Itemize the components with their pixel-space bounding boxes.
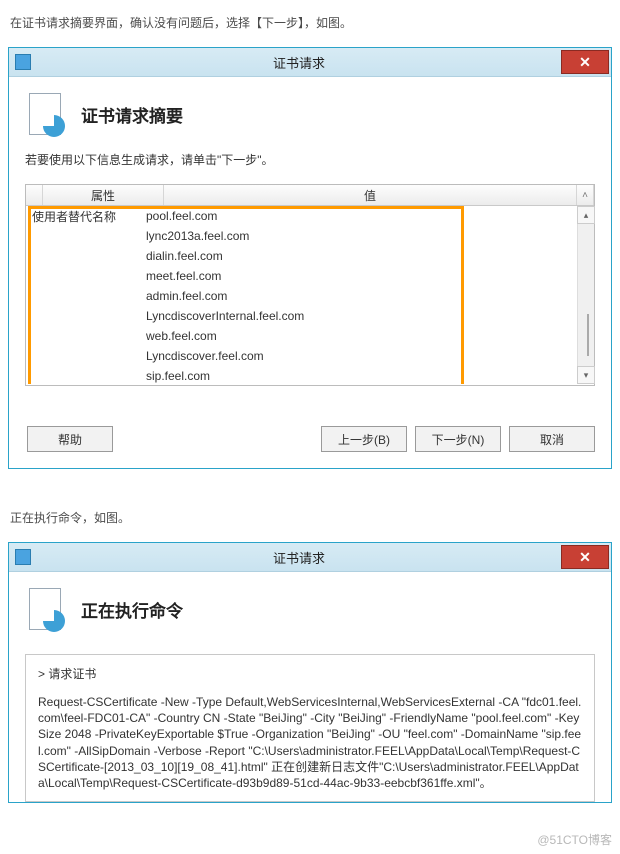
table-row: lync2013a.feel.com	[26, 226, 594, 246]
help-button[interactable]: 帮助	[27, 426, 113, 452]
titlebar: 证书请求 ✕	[9, 543, 611, 572]
cancel-button[interactable]: 取消	[509, 426, 595, 452]
close-icon: ✕	[579, 549, 591, 566]
instruction-text: 若要使用以下信息生成请求，请单击"下一步"。	[25, 151, 595, 168]
page-heading: 证书请求摘要	[81, 102, 183, 127]
summary-grid: 属性 值 ˄ 使用者替代名称pool.feel.com lync2013a.fe…	[25, 184, 595, 386]
page-heading: 正在执行命令	[81, 597, 183, 622]
col-attribute[interactable]: 属性	[43, 185, 164, 205]
intro-text-1: 在证书请求摘要界面，确认没有问题后，选择【下一步】，如图。	[10, 14, 612, 31]
task-title: 请求证书	[38, 665, 582, 682]
close-button[interactable]: ✕	[561, 545, 609, 569]
scroll-down-icon[interactable]: ▾	[577, 366, 595, 384]
executing-dialog: 证书请求 ✕ 正在执行命令 请求证书 Request-CSCertificate…	[8, 542, 612, 803]
window-title: 证书请求	[37, 548, 561, 567]
wizard-icon	[25, 586, 71, 632]
table-row: admin.feel.com	[26, 286, 594, 306]
vertical-scrollbar[interactable]: ▴ ▾	[577, 206, 594, 384]
table-row: Lyncdiscover.feel.com	[26, 346, 594, 366]
window-icon	[15, 54, 31, 70]
task-output: 请求证书 Request-CSCertificate -New -Type De…	[25, 654, 595, 802]
close-button[interactable]: ✕	[561, 50, 609, 74]
command-output: Request-CSCertificate -New -Type Default…	[38, 694, 582, 791]
wizard-icon	[25, 91, 71, 137]
table-row: dialin.feel.com	[26, 246, 594, 266]
table-row: 使用者替代名称pool.feel.com	[26, 206, 594, 226]
scroll-thumb[interactable]	[587, 314, 589, 356]
cert-request-dialog: 证书请求 ✕ 证书请求摘要 若要使用以下信息生成请求，请单击"下一步"。 属性 …	[8, 47, 612, 469]
scroll-up-icon[interactable]: ▴	[577, 206, 595, 224]
table-row: web.feel.com	[26, 326, 594, 346]
chevron-up-icon: ˄	[582, 190, 588, 201]
titlebar: 证书请求 ✕	[9, 48, 611, 77]
table-row: LyncdiscoverInternal.feel.com	[26, 306, 594, 326]
next-button[interactable]: 下一步(N)	[415, 426, 501, 452]
back-button[interactable]: 上一步(B)	[321, 426, 407, 452]
window-icon	[15, 549, 31, 565]
window-title: 证书请求	[37, 53, 561, 72]
scroll-header-gap: ˄	[577, 185, 594, 205]
intro-text-2: 正在执行命令，如图。	[10, 509, 612, 526]
col-value[interactable]: 值	[164, 185, 577, 205]
close-icon: ✕	[579, 54, 591, 71]
watermark: @51CTO博客	[537, 831, 612, 848]
grid-header: 属性 值 ˄	[26, 185, 594, 206]
table-row: meet.feel.com	[26, 266, 594, 286]
table-row: sip.feel.com	[26, 366, 594, 384]
